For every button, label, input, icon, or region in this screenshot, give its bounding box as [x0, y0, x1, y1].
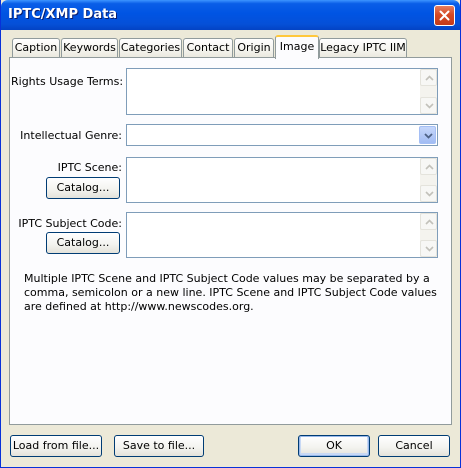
rights-usage-terms-label: Rights Usage Terms: [11, 75, 124, 88]
iptc-scene-catalog-button[interactable]: Catalog... [46, 177, 120, 199]
tab-legacy-iptc-iim[interactable]: Legacy IPTC IIM [319, 38, 407, 57]
ok-button[interactable]: OK [298, 435, 370, 457]
tab-caption[interactable]: Caption [12, 38, 60, 57]
rights-usage-terms-field[interactable] [126, 68, 438, 115]
tab-contact[interactable]: Contact [183, 38, 233, 57]
load-from-file-button[interactable]: Load from file... [10, 435, 102, 457]
chevron-up-icon [425, 75, 434, 81]
intellectual-genre-select[interactable] [126, 124, 438, 146]
tab-image[interactable]: Image [275, 35, 319, 59]
title-bar[interactable]: IPTC/XMP Data [1, 0, 460, 30]
iptc-scene-label: IPTC Scene: [57, 161, 122, 174]
tab-origin[interactable]: Origin [234, 38, 274, 57]
close-icon [439, 10, 450, 21]
scroll-up-button[interactable] [420, 69, 437, 86]
scroll-up-button[interactable] [420, 213, 437, 230]
tab-keywords[interactable]: Keywords [61, 38, 118, 57]
close-button[interactable] [434, 5, 455, 26]
iptc-subject-code-field[interactable] [126, 212, 438, 258]
save-to-file-button[interactable]: Save to file... [114, 435, 204, 457]
chevron-down-icon [425, 103, 434, 109]
chevron-up-icon [425, 164, 434, 170]
intellectual-genre-dropdown-button[interactable] [419, 126, 436, 144]
intellectual-genre-label: Intellectual Genre: [20, 129, 122, 142]
scroll-up-button[interactable] [420, 158, 437, 175]
iptc-scene-field[interactable] [126, 157, 438, 203]
scroll-down-button[interactable] [420, 240, 437, 257]
window-title: IPTC/XMP Data [8, 7, 118, 22]
scroll-down-button[interactable] [420, 185, 437, 202]
chevron-down-icon [424, 133, 433, 139]
chevron-down-icon [425, 191, 434, 197]
iptc-subject-code-scrollbar[interactable] [420, 213, 437, 257]
iptc-scene-scrollbar[interactable] [420, 158, 437, 202]
scroll-down-button[interactable] [420, 97, 437, 114]
iptc-subject-code-catalog-button[interactable]: Catalog... [46, 232, 120, 254]
dialog-window: IPTC/XMP Data Caption Keywords Categorie… [0, 0, 461, 468]
iptc-subject-code-label: IPTC Subject Code: [18, 217, 122, 230]
tab-categories[interactable]: Categories [119, 38, 182, 57]
cancel-button[interactable]: Cancel [378, 435, 450, 457]
chevron-down-icon [425, 246, 434, 252]
rights-usage-terms-scrollbar[interactable] [420, 69, 437, 114]
info-text: Multiple IPTC Scene and IPTC Subject Cod… [24, 272, 437, 313]
chevron-up-icon [425, 219, 434, 225]
